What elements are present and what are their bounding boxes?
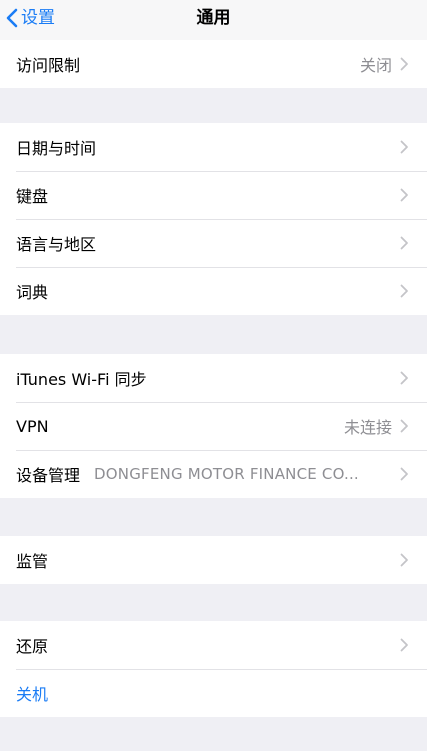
row-label: 语言与地区 xyxy=(16,235,97,254)
row-label: 词典 xyxy=(16,283,49,302)
page-title: 通用 xyxy=(196,8,231,28)
chevron-right-icon xyxy=(400,140,408,154)
settings-group-localization: 日期与时间 键盘 语言与地区 词典 xyxy=(0,123,427,315)
row-itunes-wifi-sync[interactable]: iTunes Wi-Fi 同步 xyxy=(0,354,427,402)
settings-group-supervision: 监管 xyxy=(0,536,427,584)
chevron-right-icon xyxy=(400,371,408,385)
navigation-bar: 设置 通用 xyxy=(0,0,427,40)
row-supervision[interactable]: 监管 xyxy=(0,536,427,584)
row-keyboard[interactable]: 键盘 xyxy=(0,171,427,219)
chevron-right-icon xyxy=(400,419,408,433)
chevron-right-icon xyxy=(400,467,408,481)
row-label: 关机 xyxy=(16,685,49,704)
row-label: 监管 xyxy=(16,552,49,571)
shutdown-button[interactable]: 关机 xyxy=(0,669,427,717)
row-reset[interactable]: 还原 xyxy=(0,621,427,669)
row-dictionary[interactable]: 词典 xyxy=(0,267,427,315)
row-language-region[interactable]: 语言与地区 xyxy=(0,219,427,267)
row-value: DONGFENG MOTOR FINANCE CO... xyxy=(94,465,359,483)
row-label: 还原 xyxy=(16,637,49,656)
row-label: 日期与时间 xyxy=(16,139,97,158)
row-label: VPN xyxy=(16,416,49,436)
row-date-time[interactable]: 日期与时间 xyxy=(0,123,427,171)
chevron-right-icon xyxy=(400,57,408,71)
chevron-right-icon xyxy=(400,284,408,298)
row-vpn[interactable]: VPN 未连接 xyxy=(0,402,427,450)
row-label: 键盘 xyxy=(16,187,49,206)
chevron-right-icon xyxy=(400,236,408,250)
chevron-right-icon xyxy=(400,553,408,567)
settings-group-reset-shutdown: 还原 关机 xyxy=(0,621,427,717)
row-value: 未连接 xyxy=(343,418,392,437)
row-label: 设备管理 xyxy=(16,466,81,485)
row-label: iTunes Wi-Fi 同步 xyxy=(16,370,147,389)
settings-group-restrictions: 访问限制 关闭 xyxy=(0,40,427,88)
settings-group-connectivity: iTunes Wi-Fi 同步 VPN 未连接 设备管理 DONGFENG MO… xyxy=(0,354,427,498)
chevron-right-icon xyxy=(400,638,408,652)
row-label: 访问限制 xyxy=(16,56,81,75)
chevron-right-icon xyxy=(400,188,408,202)
row-restrictions[interactable]: 访问限制 关闭 xyxy=(0,40,427,88)
row-device-management[interactable]: 设备管理 DONGFENG MOTOR FINANCE CO... xyxy=(0,450,427,498)
row-value: 关闭 xyxy=(359,56,392,75)
